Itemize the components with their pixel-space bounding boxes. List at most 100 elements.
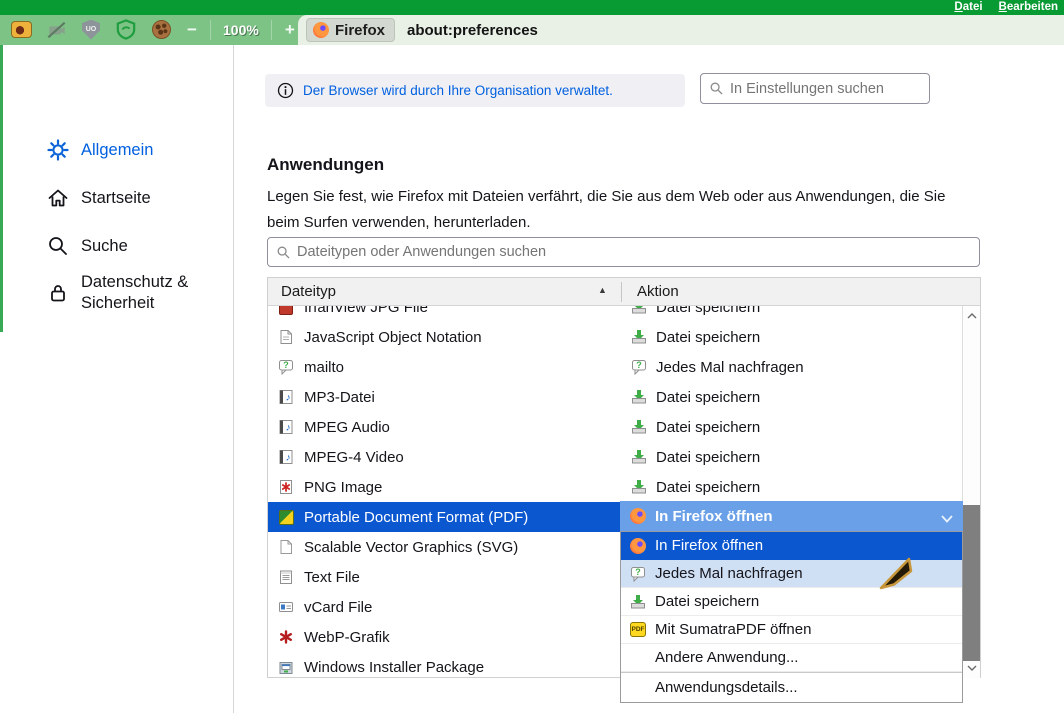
- scroll-down-icon[interactable]: [963, 660, 980, 676]
- table-row[interactable]: ♪ MPEG-4 Video Datei speichern: [268, 442, 963, 472]
- image-file-icon: [278, 479, 294, 495]
- chevron-down-icon: [941, 510, 953, 528]
- gear-icon: [46, 138, 70, 162]
- svg-text:?: ?: [636, 360, 642, 370]
- svg-text:♪: ♪: [286, 423, 291, 434]
- menu-item-open-with-sumatrapdf[interactable]: PDF Mit SumatraPDF öffnen: [621, 616, 962, 644]
- search-icon: [277, 246, 290, 259]
- section-description: Legen Sie fest, wie Firefox mit Dateien …: [267, 184, 973, 236]
- column-header-dateityp[interactable]: Dateityp: [281, 283, 336, 300]
- save-icon: [631, 419, 647, 435]
- firefox-logo-icon: [313, 22, 329, 38]
- info-icon: [277, 82, 294, 99]
- irfanview-file-icon: [278, 306, 294, 315]
- vcard-icon: [278, 599, 294, 615]
- window-titlebar: Datei Bearbeiten: [0, 0, 1064, 15]
- firefox-icon: [630, 508, 646, 524]
- tab-url: about:preferences: [407, 22, 538, 39]
- column-divider[interactable]: [621, 282, 622, 302]
- table-row[interactable]: ? mailto ? Jedes Mal nachfragen: [268, 352, 963, 382]
- scrollbar-thumb[interactable]: [963, 505, 980, 661]
- notepad-icon: [278, 569, 294, 585]
- menu-item-other-application[interactable]: Andere Anwendung...: [621, 644, 962, 672]
- ublock-shield-icon[interactable]: UO: [80, 19, 102, 40]
- sort-ascending-icon: ▲: [598, 285, 607, 295]
- managed-browser-banner: Der Browser wird durch Ihre Organisation…: [265, 74, 685, 107]
- search-icon: [710, 82, 723, 95]
- save-icon: [631, 389, 647, 405]
- svg-text:♪: ♪: [286, 453, 291, 464]
- menu-item-ask-every-time[interactable]: ? Jedes Mal nachfragen: [621, 560, 962, 588]
- media-file-icon: ♪: [278, 389, 294, 405]
- sidebar-label: Datenschutz & Sicherheit: [81, 272, 211, 314]
- firefox-app-label: Firefox: [335, 22, 385, 39]
- viewer-toolbar: UO − 100% + Firefox about:preferences: [0, 15, 1064, 45]
- sidebar-separator: [233, 45, 234, 713]
- table-header: Dateityp ▲ Aktion: [268, 278, 980, 306]
- table-row[interactable]: IrfanView JPG File Datei speichern: [268, 306, 963, 322]
- filter-placeholder: Dateitypen oder Anwendungen suchen: [297, 244, 546, 260]
- menu-item-save-file[interactable]: Datei speichern: [621, 588, 962, 616]
- media-file-icon: ♪: [278, 449, 294, 465]
- ask-bubble-icon: ?: [631, 359, 647, 375]
- divider: [210, 20, 211, 40]
- ask-bubble-icon: ?: [278, 359, 294, 375]
- menu-item-open-in-firefox[interactable]: In Firefox öffnen: [621, 532, 962, 560]
- divider: [271, 20, 272, 40]
- sidebar-item-allgemein[interactable]: Allgemein: [46, 138, 153, 162]
- green-shield-icon[interactable]: [115, 19, 137, 40]
- window-edge-strip: [0, 45, 3, 332]
- settings-search-input[interactable]: In Einstellungen suchen: [700, 73, 930, 104]
- action-dropdown-menu: In Firefox öffnen ? Jedes Mal nachfragen…: [620, 531, 963, 703]
- table-scrollbar[interactable]: [962, 306, 980, 678]
- menu-item-application-details[interactable]: Anwendungsdetails...: [621, 673, 962, 701]
- search-icon: [46, 234, 70, 258]
- settings-search-placeholder: In Einstellungen suchen: [730, 81, 884, 97]
- table-row[interactable]: ♪ MP3-Datei Datei speichern: [268, 382, 963, 412]
- sumatra-file-icon: [278, 509, 294, 525]
- save-icon: [631, 479, 647, 495]
- json-doc-icon: [278, 329, 294, 345]
- page-title: Anwendungen: [267, 155, 384, 175]
- muted-camera-icon[interactable]: [45, 19, 67, 40]
- action-select-open[interactable]: In Firefox öffnen: [620, 501, 963, 531]
- installer-icon: [278, 659, 294, 675]
- firefox-icon: [630, 538, 646, 554]
- cookie-icon[interactable]: [150, 19, 172, 40]
- sidebar-item-suche[interactable]: Suche: [46, 234, 128, 258]
- save-icon: [631, 449, 647, 465]
- sidebar-label: Allgemein: [81, 140, 153, 161]
- image-star-icon: [278, 629, 294, 645]
- sidebar-item-startseite[interactable]: Startseite: [46, 186, 151, 210]
- lock-icon: [46, 281, 70, 305]
- action-select-value: In Firefox öffnen: [655, 508, 773, 525]
- svg-text:?: ?: [635, 567, 641, 577]
- column-header-aktion[interactable]: Aktion: [637, 283, 679, 300]
- sumatrapdf-icon: PDF: [630, 622, 646, 638]
- scroll-up-icon[interactable]: [963, 308, 980, 324]
- menu-bearbeiten[interactable]: Bearbeiten: [999, 0, 1058, 15]
- save-icon: [631, 329, 647, 345]
- table-row[interactable]: PNG Image Datei speichern: [268, 472, 963, 502]
- sidebar-item-datenschutz[interactable]: Datenschutz & Sicherheit: [46, 272, 211, 314]
- table-row[interactable]: JavaScript Object Notation Datei speiche…: [268, 322, 963, 352]
- filetype-filter-input[interactable]: Dateitypen oder Anwendungen suchen: [267, 237, 980, 267]
- managed-banner-text: Der Browser wird durch Ihre Organisation…: [303, 83, 613, 98]
- save-icon: [631, 306, 647, 315]
- home-icon: [46, 186, 70, 210]
- table-row[interactable]: ♪ MPEG Audio Datei speichern: [268, 412, 963, 442]
- zoom-out-button[interactable]: −: [180, 20, 204, 40]
- ask-bubble-icon: ?: [630, 566, 646, 582]
- svg-text:♪: ♪: [286, 393, 291, 404]
- media-file-icon: ♪: [278, 419, 294, 435]
- sidebar-label: Startseite: [81, 188, 151, 209]
- menu-datei[interactable]: Datei: [954, 0, 982, 15]
- screen: Datei Bearbeiten UO: [0, 0, 1064, 713]
- firefox-app-chip[interactable]: Firefox: [306, 18, 395, 42]
- zoom-level: 100%: [217, 22, 265, 38]
- irfanview-icon[interactable]: [10, 19, 32, 40]
- svg-text:?: ?: [283, 360, 289, 370]
- window-tab[interactable]: Firefox about:preferences: [298, 15, 1064, 45]
- save-icon: [630, 594, 646, 610]
- sidebar-label: Suche: [81, 236, 128, 257]
